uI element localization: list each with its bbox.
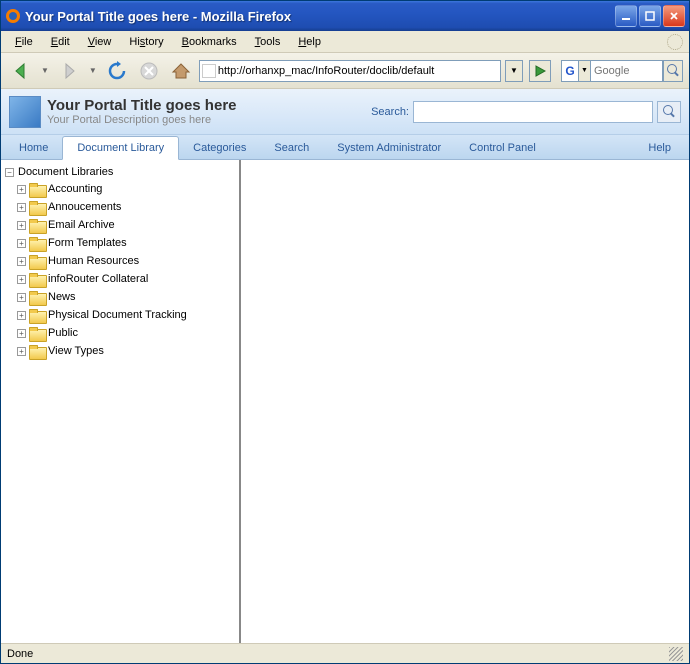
- tree-item-label: News: [48, 291, 76, 303]
- folder-icon: [29, 237, 45, 250]
- stop-button: [135, 57, 163, 85]
- close-button[interactable]: [663, 5, 685, 27]
- tree-item-label: infoRouter Collateral: [48, 273, 148, 285]
- tree-expand[interactable]: +: [17, 221, 26, 230]
- back-history-dropdown[interactable]: ▼: [39, 66, 51, 75]
- tab-search[interactable]: Search: [260, 137, 323, 159]
- portal-search-button[interactable]: [657, 101, 681, 123]
- tree-item-label: Physical Document Tracking: [48, 309, 187, 321]
- portal-search-label: Search:: [371, 106, 409, 118]
- browser-search-input[interactable]: [591, 60, 663, 82]
- content-panel: [241, 160, 689, 643]
- portal-header: Your Portal Title goes here Your Portal …: [1, 89, 689, 135]
- menu-bookmarks[interactable]: Bookmarks: [174, 34, 245, 50]
- reload-button[interactable]: [103, 57, 131, 85]
- tree-item[interactable]: + Accounting: [17, 180, 235, 198]
- tree-expand[interactable]: +: [17, 293, 26, 302]
- portal-description: Your Portal Description goes here: [47, 114, 371, 126]
- maximize-button[interactable]: [639, 5, 661, 27]
- tree-item[interactable]: + View Types: [17, 342, 235, 360]
- tree-collapse-root[interactable]: −: [5, 168, 14, 177]
- tree-item[interactable]: + Annoucements: [17, 198, 235, 216]
- window-titlebar: Your Portal Title goes here - Mozilla Fi…: [1, 1, 689, 31]
- tree-expand[interactable]: +: [17, 239, 26, 248]
- home-button[interactable]: [167, 57, 195, 85]
- page-icon: [202, 64, 216, 78]
- url-input[interactable]: [218, 62, 498, 80]
- tree-item-label: Public: [48, 327, 78, 339]
- menubar: File Edit View History Bookmarks Tools H…: [1, 31, 689, 53]
- tab-categories[interactable]: Categories: [179, 137, 260, 159]
- tree-item[interactable]: + Physical Document Tracking: [17, 306, 235, 324]
- tree-item[interactable]: + Email Archive: [17, 216, 235, 234]
- portal-search-input[interactable]: [413, 101, 653, 123]
- folder-icon: [29, 255, 45, 268]
- search-engine-icon[interactable]: G: [561, 60, 579, 82]
- search-icon: [663, 105, 676, 118]
- tab-control-panel[interactable]: Control Panel: [455, 137, 550, 159]
- nav-toolbar: ▼ ▼ ▼ G ▼: [1, 53, 689, 89]
- tree-expand[interactable]: +: [17, 257, 26, 266]
- tree-panel: − Document Libraries + Accounting + Annouce…: [1, 160, 241, 643]
- tab-system-administrator[interactable]: System Administrator: [323, 137, 455, 159]
- forward-history-dropdown[interactable]: ▼: [87, 66, 99, 75]
- tree-expand[interactable]: +: [17, 347, 26, 356]
- menu-help[interactable]: Help: [290, 34, 329, 50]
- tree-expand[interactable]: +: [17, 275, 26, 284]
- folder-icon: [29, 219, 45, 232]
- tree-root-label[interactable]: Document Libraries: [18, 166, 113, 178]
- menu-view[interactable]: View: [80, 34, 120, 50]
- menu-edit[interactable]: Edit: [43, 34, 78, 50]
- resize-grip[interactable]: [669, 647, 683, 661]
- folder-icon: [29, 345, 45, 358]
- browser-search-button[interactable]: [663, 60, 683, 82]
- folder-icon: [29, 183, 45, 196]
- tree-expand[interactable]: +: [17, 311, 26, 320]
- tab-help[interactable]: Help: [634, 137, 685, 159]
- minimize-button[interactable]: [615, 5, 637, 27]
- content-area: − Document Libraries + Accounting + Annouce…: [1, 160, 689, 643]
- tree-expand[interactable]: +: [17, 185, 26, 194]
- tree-item[interactable]: + Public: [17, 324, 235, 342]
- menu-history[interactable]: History: [121, 34, 171, 50]
- folder-icon: [29, 291, 45, 304]
- forward-button: [55, 57, 83, 85]
- tree-item[interactable]: + Human Resources: [17, 252, 235, 270]
- tree-item-label: Email Archive: [48, 219, 115, 231]
- tab-home[interactable]: Home: [5, 137, 62, 159]
- menu-tools[interactable]: Tools: [247, 34, 289, 50]
- go-button[interactable]: [529, 60, 551, 82]
- portal-tabs: Home Document Library Categories Search …: [1, 135, 689, 160]
- tree-item-label: View Types: [48, 345, 104, 357]
- tree-expand[interactable]: +: [17, 329, 26, 338]
- tree-item[interactable]: + Form Templates: [17, 234, 235, 252]
- tree-item-label: Human Resources: [48, 255, 139, 267]
- tree-item-label: Annoucements: [48, 201, 121, 213]
- tree-expand[interactable]: +: [17, 203, 26, 212]
- tree-item[interactable]: + News: [17, 288, 235, 306]
- portal-title: Your Portal Title goes here: [47, 97, 371, 114]
- window-title: Your Portal Title goes here - Mozilla Fi…: [25, 9, 615, 24]
- folder-icon: [29, 327, 45, 340]
- folder-icon: [29, 201, 45, 214]
- folder-icon: [29, 273, 45, 286]
- browser-search: G ▼: [561, 60, 683, 82]
- search-engine-dropdown[interactable]: ▼: [579, 60, 591, 82]
- tab-document-library[interactable]: Document Library: [62, 136, 179, 160]
- menu-file[interactable]: File: [7, 34, 41, 50]
- folder-icon: [29, 309, 45, 322]
- back-button[interactable]: [7, 57, 35, 85]
- status-bar: Done: [1, 643, 689, 663]
- tree-item-label: Form Templates: [48, 237, 127, 249]
- status-text: Done: [7, 648, 33, 660]
- url-dropdown[interactable]: ▼: [505, 60, 523, 82]
- portal-logo: [9, 96, 41, 128]
- search-icon: [667, 64, 680, 77]
- tree-item-label: Accounting: [48, 183, 102, 195]
- url-bar[interactable]: [199, 60, 501, 82]
- throbber-icon: [667, 34, 683, 50]
- firefox-icon: [5, 8, 21, 24]
- tree-item[interactable]: + infoRouter Collateral: [17, 270, 235, 288]
